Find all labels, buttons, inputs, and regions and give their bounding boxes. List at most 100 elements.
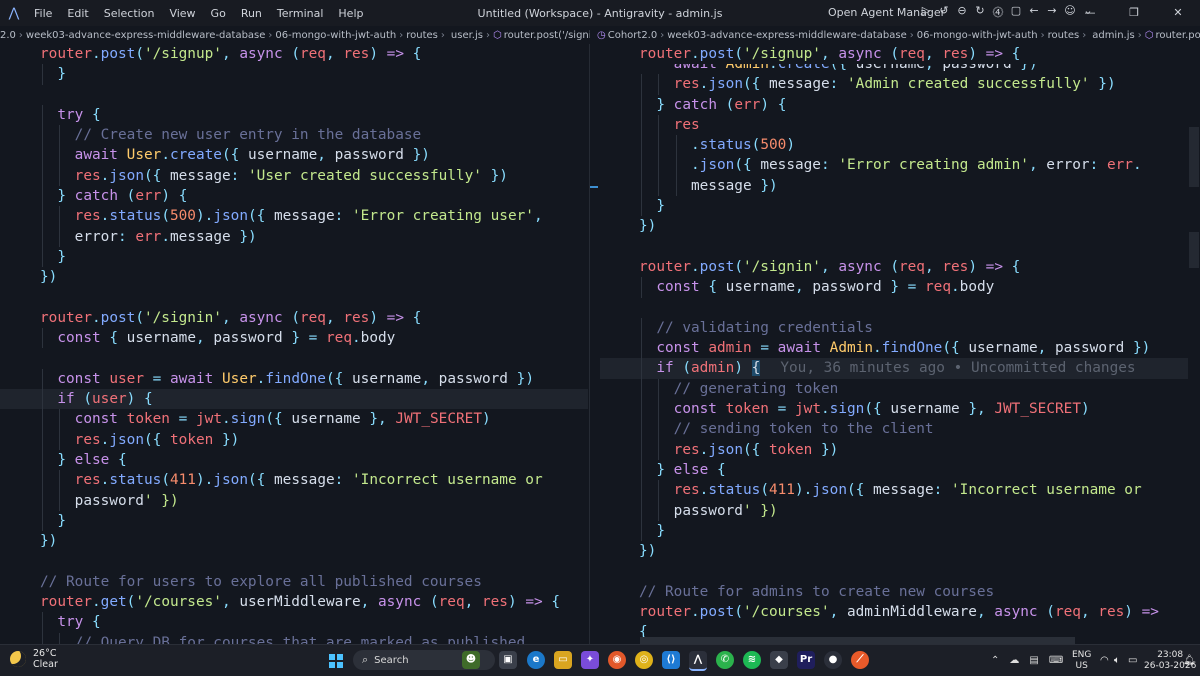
breadcrumb-item[interactable]: week03-advance-express-middleware-databa… (26, 30, 266, 41)
breadcrumb-item[interactable]: 06-mongo-with-jwt-auth (917, 30, 1038, 41)
code-line[interactable] (600, 237, 1200, 257)
edge-browser-icon[interactable]: e (527, 651, 545, 669)
code-line[interactable]: res.json({ token }) (600, 439, 1200, 460)
code-line[interactable]: res.json({ message: 'Admin created succe… (600, 74, 1200, 95)
menu-help[interactable]: Help (332, 7, 372, 20)
code-line[interactable]: const admin = await Admin.findOne({ user… (600, 338, 1200, 359)
code-line[interactable]: res.status(500).json({ message: 'Error c… (0, 206, 588, 227)
copilot-icon[interactable]: ✦ (581, 651, 599, 669)
game-widget-icon[interactable]: ☻ (462, 651, 480, 669)
code-line[interactable]: const { username, password } = req.body (600, 277, 1200, 298)
menu-view[interactable]: View (163, 7, 204, 20)
code-line[interactable]: .json({ message: 'Error creating admin',… (600, 155, 1200, 176)
code-line[interactable]: } else { (600, 459, 1200, 481)
go-back-icon[interactable]: ← (1026, 4, 1042, 20)
code-line[interactable]: // Create new user entry in the database (0, 125, 588, 146)
code-line[interactable]: // validating credentials (600, 317, 1200, 339)
code-line[interactable] (0, 551, 588, 571)
breadcrumb-item[interactable]: user.js (451, 30, 483, 41)
code-line[interactable]: router.post('/signin', async (req, res) … (0, 308, 588, 328)
antigravity-app-icon[interactable]: ⋀ (689, 651, 707, 671)
code-line[interactable]: } (0, 64, 588, 85)
maximize-button[interactable]: ❐ (1112, 0, 1156, 26)
breadcrumb-item[interactable]: 2.0 (0, 30, 16, 41)
horizontal-scrollbar[interactable] (640, 637, 1075, 644)
editor-admin-js[interactable]: router.post('/signup', async (req, res) … (600, 44, 1200, 644)
code-line[interactable]: try { (0, 104, 588, 126)
code-line[interactable]: // sending token to the client (600, 419, 1200, 440)
menu-file[interactable]: File (28, 7, 61, 20)
code-line[interactable]: if (admin) {You, 36 minutes ago • Uncomm… (600, 358, 1200, 379)
code-line[interactable]: } (0, 246, 588, 268)
code-line[interactable]: // Route for admins to create new course… (600, 582, 1200, 602)
app-icon[interactable]: ● (824, 651, 842, 669)
code-line[interactable]: const token = jwt.sign({ username }, JWT… (0, 409, 588, 430)
stop-icon[interactable]: ▢ (1008, 4, 1024, 20)
code-line[interactable]: // Query DB for courses that are marked … (0, 632, 588, 644)
menu-terminal[interactable]: Terminal (271, 7, 333, 20)
breadcrumb-item[interactable]: routes (406, 30, 438, 41)
minimize-button[interactable]: — (1068, 0, 1112, 26)
code-line[interactable]: res.status(411).json({ message: 'Incorre… (0, 470, 588, 491)
breadcrumb-item[interactable]: router.post('/signin') callback (504, 30, 590, 41)
chevron-up-icon[interactable]: ⌃ (991, 655, 999, 666)
editor-split-divider[interactable] (589, 44, 590, 644)
close-button[interactable]: ✕ (1156, 0, 1200, 26)
editor-user-js[interactable]: router.post('/signup', async (req, res) … (0, 44, 588, 644)
sticky-scroll-header[interactable]: router.post('/signup', async (req, res) … (600, 44, 1200, 65)
firefox-icon[interactable]: ◉ (608, 651, 626, 669)
code-line[interactable] (0, 348, 588, 368)
code-line[interactable]: message }) (600, 175, 1200, 197)
debug-icon[interactable]: ⓸ (990, 4, 1006, 20)
code-line[interactable]: res (600, 114, 1200, 136)
code-line[interactable]: // generating token (600, 378, 1200, 400)
menu-run[interactable]: Run (235, 7, 271, 20)
code-line[interactable]: res.json({ message: 'User created succes… (0, 165, 588, 187)
code-line[interactable]: .status(500) (600, 135, 1200, 156)
spotify-icon[interactable]: ≋ (743, 651, 761, 669)
app-icon[interactable]: ◆ (770, 651, 788, 669)
code-line[interactable]: // Route for users to explore all publis… (0, 572, 588, 592)
code-line[interactable]: if (user) { (0, 389, 588, 410)
code-line[interactable] (0, 85, 588, 105)
code-line[interactable]: password' }) (0, 490, 588, 511)
breadcrumb-item[interactable]: admin.js (1092, 30, 1135, 41)
code-line[interactable]: res.status(411).json({ message: 'Incorre… (600, 480, 1200, 501)
breadcrumb-item[interactable]: router.post('/signin') ca (1155, 30, 1200, 41)
keyboard-icon[interactable]: ⌨ (1049, 655, 1063, 666)
scrollbar-thumb[interactable] (1189, 127, 1199, 187)
code-line[interactable]: try { (0, 612, 588, 633)
code-line[interactable]: } (600, 520, 1200, 542)
code-line[interactable]: } (0, 510, 588, 532)
breadcrumb-item[interactable]: routes (1048, 30, 1080, 41)
premiere-pro-icon[interactable]: Pr (797, 651, 815, 669)
code-line[interactable]: router.get('/courses', userMiddleware, a… (0, 592, 588, 612)
weather-widget[interactable]: 26°C Clear (10, 648, 58, 670)
restart-icon[interactable]: ↺ (936, 4, 952, 20)
wifi-icon[interactable]: ◠ (1100, 655, 1109, 666)
code-line[interactable]: password' }) (600, 500, 1200, 521)
breadcrumb-item[interactable]: week03-advance-express-middleware-databa… (667, 30, 907, 41)
code-line[interactable]: } catch (err) { (0, 186, 588, 207)
language-indicator[interactable]: ENG US (1072, 650, 1091, 672)
code-line[interactable] (600, 298, 1200, 318)
code-line[interactable]: error: err.message }) (0, 226, 588, 247)
code-line[interactable]: }) (600, 216, 1200, 236)
code-line[interactable] (0, 288, 588, 308)
menu-selection[interactable]: Selection (98, 7, 164, 20)
code-line[interactable]: } catch (err) { (600, 94, 1200, 115)
file-explorer-icon[interactable]: ▭ (554, 651, 572, 669)
code-line[interactable]: const { username, password } = req.body (0, 328, 588, 349)
cloud-icon[interactable]: ☁ (1009, 655, 1019, 666)
whatsapp-icon[interactable]: ✆ (716, 651, 734, 669)
code-line[interactable]: const user = await User.findOne({ userna… (0, 368, 588, 390)
code-line[interactable]: router.post('/courses', adminMiddleware,… (600, 602, 1200, 622)
go-forward-icon[interactable]: → (1044, 4, 1060, 20)
notification-bell-icon[interactable]: 🔔︎ (1183, 655, 1196, 666)
volume-icon[interactable]: 🔈︎ (1114, 655, 1120, 666)
step-back-icon[interactable]: ↻ (972, 4, 988, 20)
vscode-icon[interactable]: ⟨⟩ (662, 651, 680, 669)
code-line[interactable]: res.json({ token }) (0, 429, 588, 450)
code-line[interactable]: } else { (0, 449, 588, 471)
code-line[interactable]: }) (0, 531, 588, 551)
